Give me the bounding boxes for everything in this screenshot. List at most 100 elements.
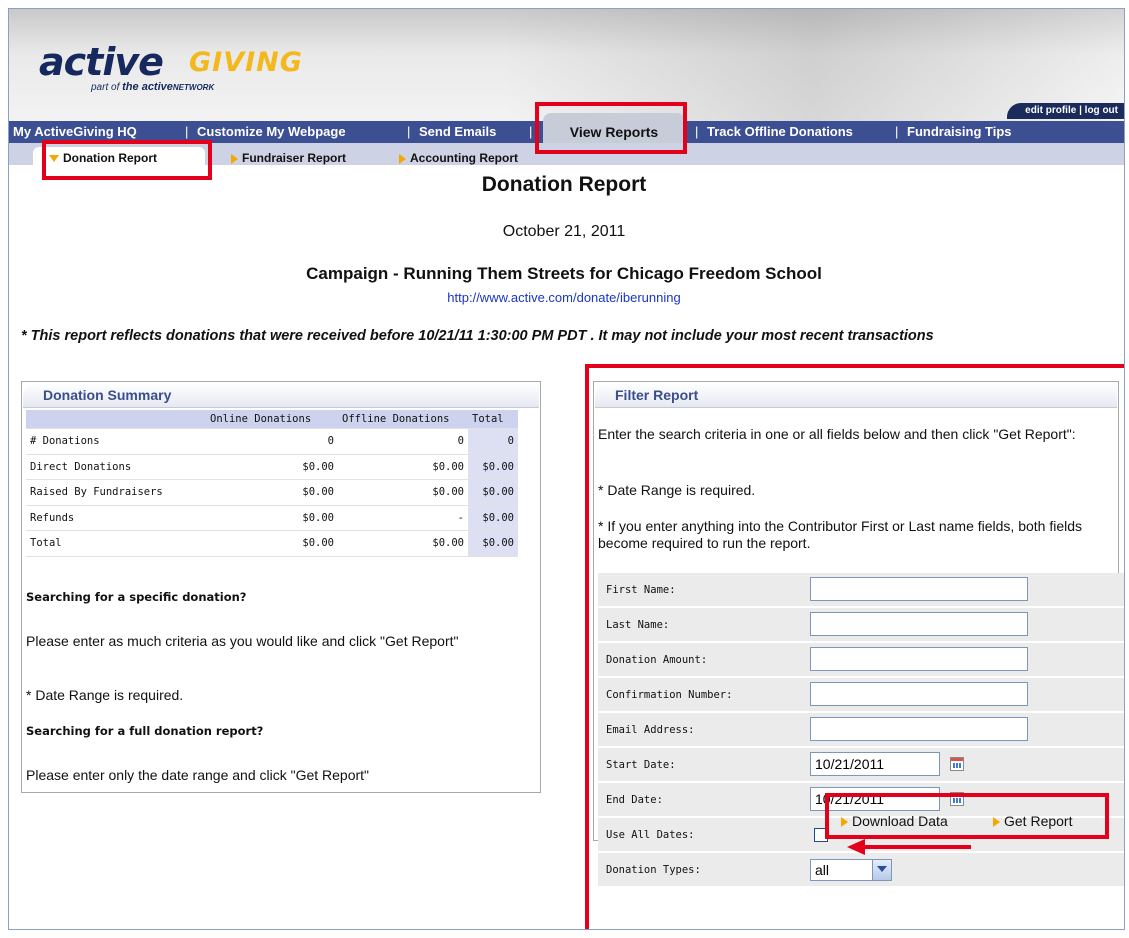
subnav-fundraiser-report[interactable]: Fundraiser Report	[231, 149, 346, 167]
row-label: Direct Donations	[26, 454, 206, 480]
filter-intro-text: Enter the search criteria in one or all …	[598, 426, 1076, 442]
donation-amount-label: Donation Amount:	[606, 654, 708, 666]
start-date-row: Start Date:	[598, 748, 1124, 783]
table-cell: $0.00	[338, 454, 468, 480]
confirmation-number-input[interactable]	[810, 682, 1028, 706]
subnav-accounting-report[interactable]: Accounting Report	[399, 149, 518, 167]
table-row: Direct Donations $0.00 $0.00 $0.00	[26, 454, 518, 480]
table-cell: $0.00	[206, 530, 338, 557]
confirmation-number-label: Confirmation Number:	[606, 689, 733, 701]
row-label: Raised By Fundraisers	[26, 479, 206, 506]
end-date-label: End Date:	[606, 794, 663, 806]
logo-subtitle: part of the activeNETWORK	[91, 81, 215, 93]
email-address-row: Email Address:	[598, 713, 1124, 748]
report-notice: * This report reflects donations that we…	[21, 328, 934, 344]
nav-fundraising-tips[interactable]: Fundraising Tips	[907, 121, 1012, 143]
donation-summary-title: Donation Summary	[43, 387, 172, 403]
logo-giving-text: GIVING	[189, 47, 303, 78]
table-cell: 0	[338, 428, 468, 455]
table-cell: $0.00	[468, 505, 518, 531]
last-name-label: Last Name:	[606, 619, 670, 631]
table-row: # Donations 0 0 0	[26, 428, 518, 455]
specific-donation-heading: Searching for a specific donation?	[26, 590, 247, 604]
donation-amount-row: Donation Amount:	[598, 643, 1124, 678]
activegiving-logo[interactable]: active GIVING part of the activeNETWORK	[39, 43, 359, 95]
nav-separator: |	[695, 124, 699, 139]
nav-track-offline-donations[interactable]: Track Offline Donations	[707, 121, 853, 143]
donation-summary-panel: Donation Summary Online Donations Offlin…	[21, 381, 541, 793]
first-name-label: First Name:	[606, 584, 676, 596]
table-cell: $0.00	[468, 479, 518, 506]
table-cell: 0	[206, 428, 338, 455]
browser-frame: active GIVING part of the activeNETWORK …	[8, 8, 1125, 930]
nav-separator: |	[407, 124, 411, 139]
table-header-cell: Online Donations	[206, 410, 338, 429]
campaign-url-link[interactable]: http://www.active.com/donate/iberunning	[9, 290, 1119, 305]
donation-types-select[interactable]: all	[810, 859, 892, 881]
first-name-row: First Name:	[598, 573, 1124, 608]
table-row: Raised By Fundraisers $0.00 $0.00 $0.00	[26, 479, 518, 506]
filter-report-panel: Filter Report Enter the search criteria …	[593, 381, 1124, 888]
table-header-cell: Total	[468, 410, 518, 429]
nav-customize-webpage[interactable]: Customize My Webpage	[197, 121, 346, 143]
edit-profile-link[interactable]: edit profile	[1025, 105, 1076, 116]
donation-types-label: Donation Types:	[606, 864, 701, 876]
filter-name-note: * If you enter anything into the Contrib…	[598, 518, 1083, 551]
full-report-heading: Searching for a full donation report?	[26, 724, 264, 738]
highlight-donation-report	[42, 140, 212, 180]
highlight-report-buttons	[825, 793, 1109, 839]
panel-header: Filter Report	[595, 383, 1117, 408]
campaign-name: Campaign - Running Them Streets for Chic…	[306, 264, 822, 283]
table-cell: $0.00	[206, 479, 338, 506]
account-separator: |	[1079, 105, 1082, 116]
use-all-dates-label: Use All Dates:	[606, 829, 695, 841]
email-address-input[interactable]	[810, 717, 1028, 741]
donation-amount-input[interactable]	[810, 647, 1028, 671]
start-date-input[interactable]	[810, 752, 940, 776]
last-name-row: Last Name:	[598, 608, 1124, 643]
nav-separator: |	[529, 124, 533, 139]
table-row: Total $0.00 $0.00 $0.00	[26, 530, 518, 557]
table-cell: $0.00	[206, 454, 338, 480]
last-name-input[interactable]	[810, 612, 1028, 636]
arrow-annotation-icon	[847, 839, 971, 855]
logo-active-text: active	[39, 40, 164, 84]
table-header-cell: Offline Donations	[338, 410, 468, 429]
table-header-cell	[26, 410, 206, 429]
full-report-text: Please enter only the date range and cli…	[26, 767, 370, 783]
email-address-label: Email Address:	[606, 724, 695, 736]
nav-send-emails[interactable]: Send Emails	[419, 121, 496, 143]
arrow-right-icon	[231, 153, 238, 164]
confirmation-number-row: Confirmation Number:	[598, 678, 1124, 713]
filter-report-title: Filter Report	[615, 387, 699, 403]
account-links: edit profile | log out	[1007, 103, 1124, 119]
table-cell: $0.00	[338, 479, 468, 506]
arrow-right-icon	[399, 153, 406, 164]
row-label: Total	[26, 530, 206, 557]
log-out-link[interactable]: log out	[1085, 105, 1118, 116]
table-cell: $0.00	[206, 505, 338, 531]
highlight-view-reports	[535, 102, 687, 154]
highlight-filter-left-line	[585, 364, 589, 929]
row-label: Refunds	[26, 505, 206, 531]
donation-summary-table: Online Donations Offline Donations Total…	[26, 410, 518, 557]
nav-separator: |	[895, 124, 899, 139]
table-cell: 0	[468, 428, 518, 455]
table-cell: $0.00	[338, 530, 468, 557]
table-header-row: Online Donations Offline Donations Total	[26, 410, 518, 429]
donation-types-value: all	[815, 862, 830, 878]
highlight-filter-top-line	[585, 364, 1124, 368]
specific-donation-text: Please enter as much criteria as you wou…	[26, 633, 459, 649]
dropdown-arrow-icon[interactable]	[872, 860, 891, 880]
report-date: October 21, 2011	[502, 223, 626, 240]
date-range-required-note: * Date Range is required.	[26, 687, 184, 703]
panel-header: Donation Summary	[23, 383, 539, 408]
first-name-input[interactable]	[810, 577, 1028, 601]
row-label: # Donations	[26, 428, 206, 455]
donation-types-row: Donation Types: all	[598, 853, 1124, 888]
start-date-label: Start Date:	[606, 759, 676, 771]
table-row: Refunds $0.00 - $0.00	[26, 505, 518, 531]
table-cell: $0.00	[468, 530, 518, 557]
filter-date-required-note: * Date Range is required.	[598, 482, 756, 498]
calendar-icon[interactable]	[950, 757, 964, 771]
